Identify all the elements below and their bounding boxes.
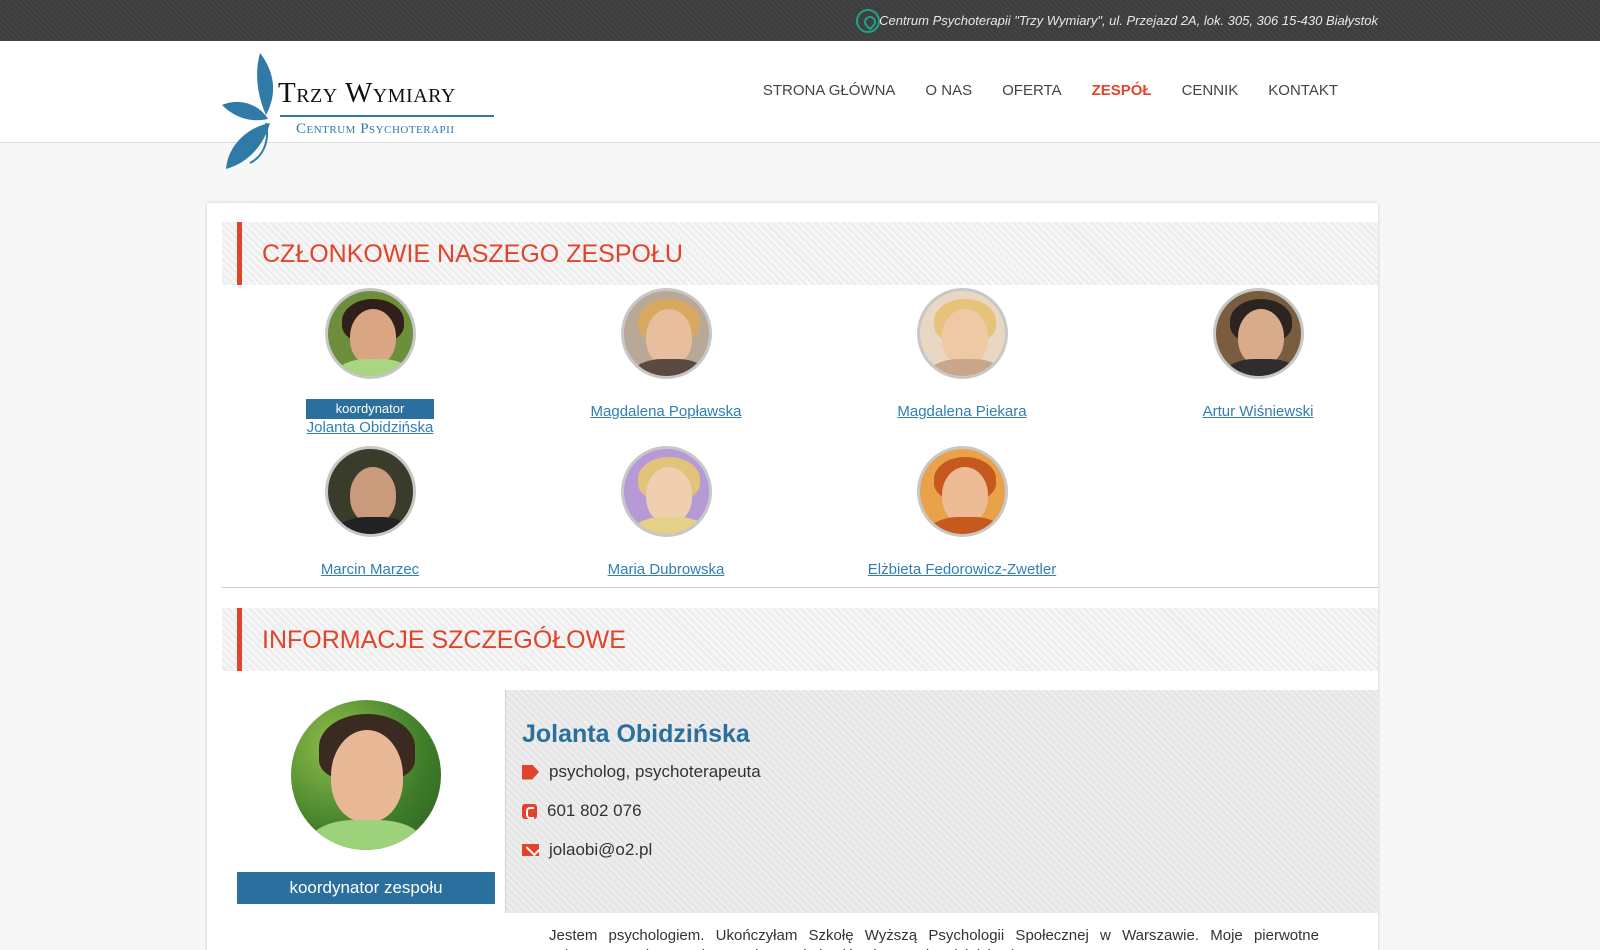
section-accent-bar xyxy=(237,608,242,671)
member-info-box: Jolanta Obidzińska psycholog, psychotera… xyxy=(505,690,1378,913)
nav-item-home[interactable]: STRONA GŁÓWNA xyxy=(763,82,896,99)
member-name-link[interactable]: Artur Wiśniewski xyxy=(1110,403,1406,420)
section-accent-bar xyxy=(237,222,242,285)
logo-brand-text: Trzy Wymiary xyxy=(278,77,456,109)
members-section-header: CZŁONKOWIE NASZEGO ZESPOŁU xyxy=(222,222,1378,285)
details-section-header: INFORMACJE SZCZEGÓŁOWE xyxy=(222,608,1378,671)
member-name-link[interactable]: Maria Dubrowska xyxy=(518,561,814,578)
members-section-title: CZŁONKOWIE NASZEGO ZESPOŁU xyxy=(262,240,683,268)
phone-row: 601 802 076 xyxy=(522,801,642,821)
email-row: jolaobi@o2.pl xyxy=(522,840,652,860)
logo-divider xyxy=(280,115,494,117)
member-name-link[interactable]: Elżbieta Fedorowicz-Zwetler xyxy=(814,561,1110,578)
member-avatar[interactable] xyxy=(620,288,712,379)
member-name-link[interactable]: Jolanta Obidzińska xyxy=(222,419,518,436)
member-avatar[interactable] xyxy=(916,288,1008,379)
site-header: Trzy Wymiary Centrum Psychoterapii STRON… xyxy=(0,41,1600,169)
nav-item-about[interactable]: O NAS xyxy=(925,82,972,99)
member-details: koordynator zespołu Jolanta Obidzińska p… xyxy=(222,690,1378,950)
member-avatar[interactable] xyxy=(1212,288,1304,379)
member-bio: Jestem psychologiem. Ukończyłam Szkołę W… xyxy=(549,927,1319,950)
profession-text: psycholog, psychoterapeuta xyxy=(549,762,761,781)
member-name: Jolanta Obidzińska xyxy=(522,720,750,748)
nav-item-prices[interactable]: CENNIK xyxy=(1182,82,1239,99)
nav-item-offer[interactable]: OFERTA xyxy=(1002,82,1061,99)
phone-text[interactable]: 601 802 076 xyxy=(547,801,642,821)
location-pin-icon xyxy=(856,9,880,33)
team-member-card[interactable]: Magdalena Piekara xyxy=(814,288,1110,420)
top-info-bar: Centrum Psychoterapii "Trzy Wymiary", ul… xyxy=(0,0,1600,41)
team-member-card[interactable]: Marcin Marzec xyxy=(222,446,518,578)
team-members-grid: koordynator Jolanta Obidzińska Magdalena… xyxy=(222,288,1378,588)
profession-row: psycholog, psychoterapeuta xyxy=(522,762,761,782)
member-name-link[interactable]: Marcin Marzec xyxy=(222,561,518,578)
logo-subtitle: Centrum Psychoterapii xyxy=(296,121,455,137)
member-avatar[interactable] xyxy=(916,446,1008,537)
nav-item-team[interactable]: ZESPÓŁ xyxy=(1092,82,1152,99)
team-member-card[interactable]: Magdalena Popławska xyxy=(518,288,814,420)
address-text: Centrum Psychoterapii "Trzy Wymiary", ul… xyxy=(879,13,1378,28)
member-name-link[interactable]: Magdalena Piekara xyxy=(814,403,1110,420)
content-panel: CZŁONKOWIE NASZEGO ZESPOŁU koordynator J… xyxy=(207,203,1378,950)
member-name-link[interactable]: Magdalena Popławska xyxy=(518,403,814,420)
member-photo xyxy=(291,700,441,850)
member-avatar[interactable] xyxy=(620,446,712,537)
team-member-card[interactable]: Artur Wiśniewski xyxy=(1110,288,1406,420)
nav-item-contact[interactable]: KONTAKT xyxy=(1268,82,1338,99)
envelope-icon xyxy=(522,844,539,856)
details-section-title: INFORMACJE SZCZEGÓŁOWE xyxy=(262,626,626,654)
coordinator-label: koordynator zespołu xyxy=(237,872,495,904)
member-avatar[interactable] xyxy=(324,446,416,537)
phone-icon xyxy=(522,803,537,819)
butterfly-leaf-icon xyxy=(222,53,274,169)
site-logo[interactable]: Trzy Wymiary Centrum Psychoterapii xyxy=(222,53,502,178)
coordinator-badge: koordynator xyxy=(306,399,434,419)
team-member-card[interactable]: Maria Dubrowska xyxy=(518,446,814,578)
tags-icon xyxy=(522,764,539,780)
main-nav: STRONA GŁÓWNA O NAS OFERTA ZESPÓŁ CENNIK… xyxy=(763,82,1338,99)
team-member-card[interactable]: Elżbieta Fedorowicz-Zwetler xyxy=(814,446,1110,578)
member-avatar[interactable] xyxy=(324,288,416,379)
email-text[interactable]: jolaobi@o2.pl xyxy=(549,840,652,860)
team-member-card[interactable]: koordynator Jolanta Obidzińska xyxy=(222,288,518,436)
